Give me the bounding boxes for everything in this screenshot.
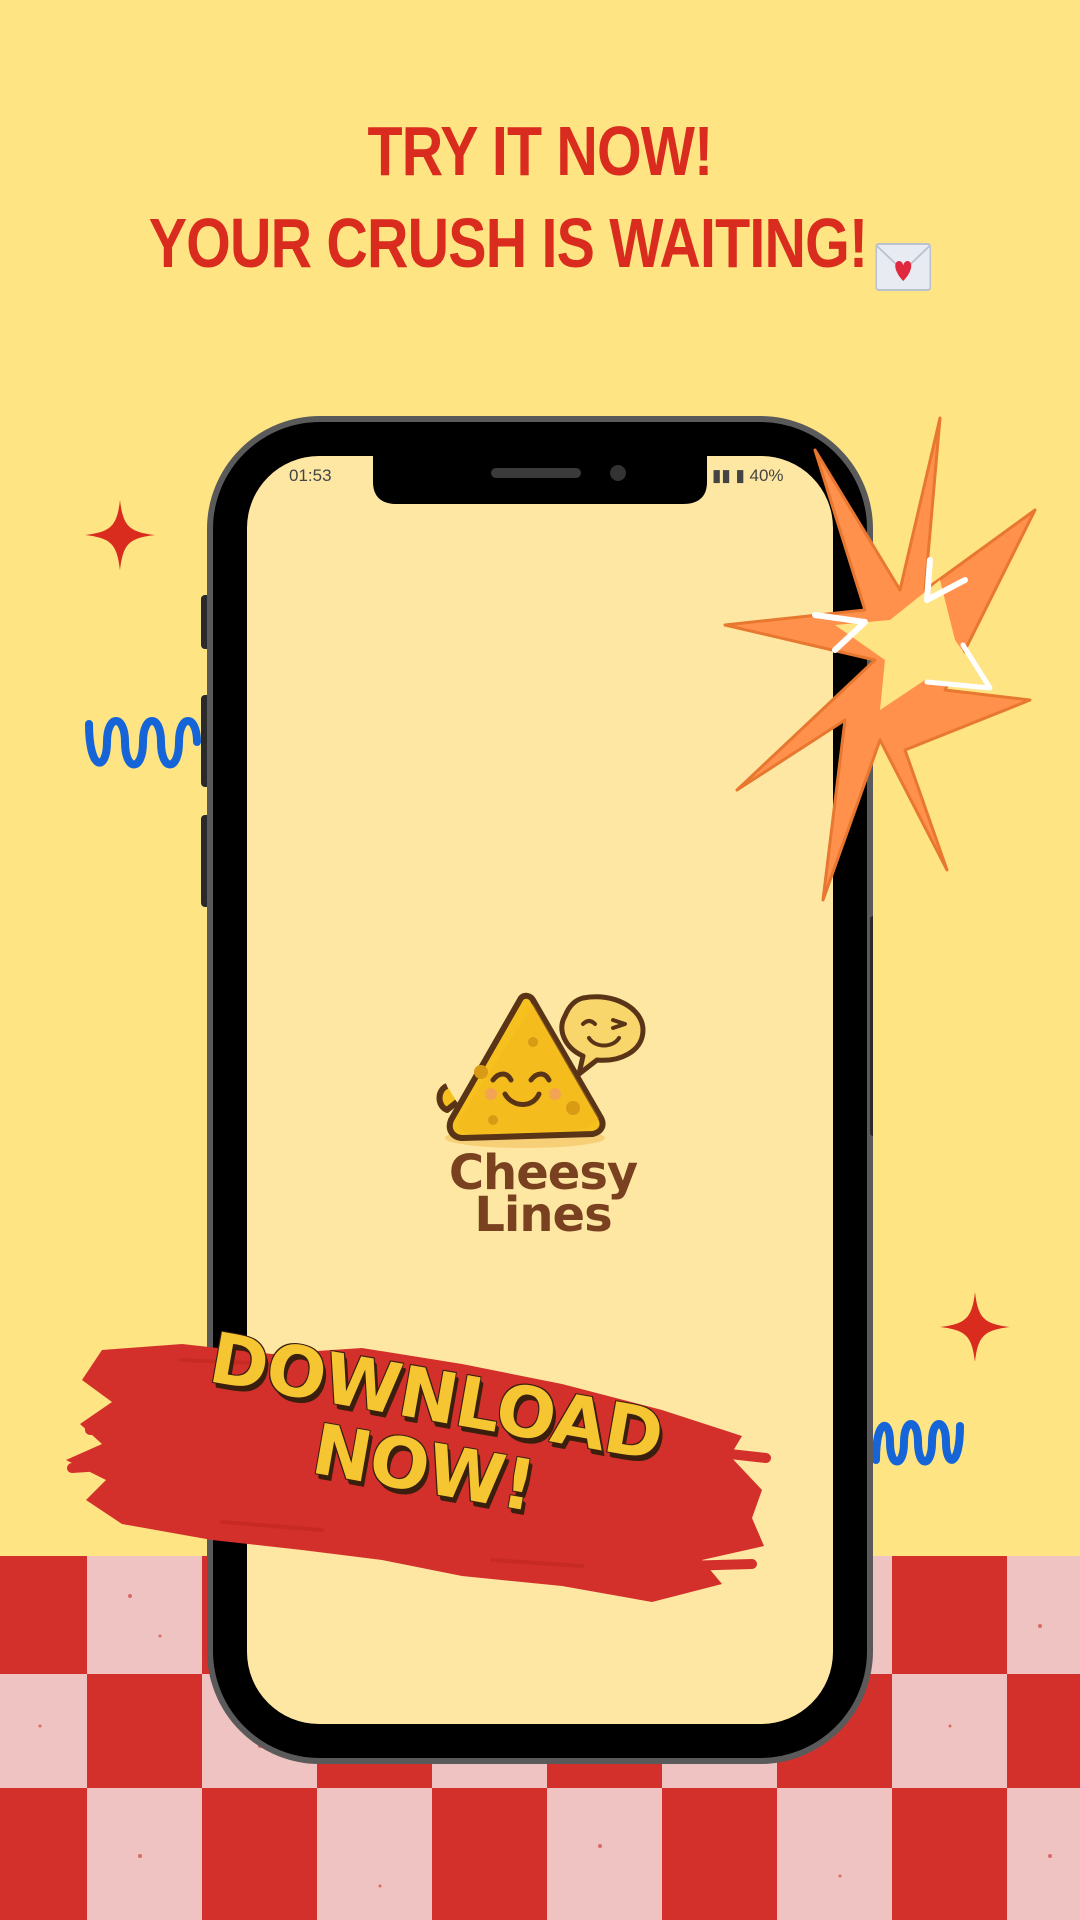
headline: TRY IT NOW! YOUR CRUSH IS WAITING! xyxy=(97,105,983,291)
squiggle-icon xyxy=(85,717,201,769)
app-name: Cheesy Lines xyxy=(430,1149,656,1239)
headline-line-1: TRY IT NOW! xyxy=(367,112,714,190)
status-time: 01:53 xyxy=(289,466,332,485)
headline-line-2-text: YOUR CRUSH IS WAITING! xyxy=(148,204,868,282)
love-letter-icon xyxy=(875,221,932,291)
sparkle-icon xyxy=(85,500,155,570)
sparkle-icon xyxy=(940,1292,1010,1362)
headline-line-2: YOUR CRUSH IS WAITING! xyxy=(97,197,983,291)
starburst-icon xyxy=(723,416,1037,902)
squiggle-icon xyxy=(872,1420,964,1466)
